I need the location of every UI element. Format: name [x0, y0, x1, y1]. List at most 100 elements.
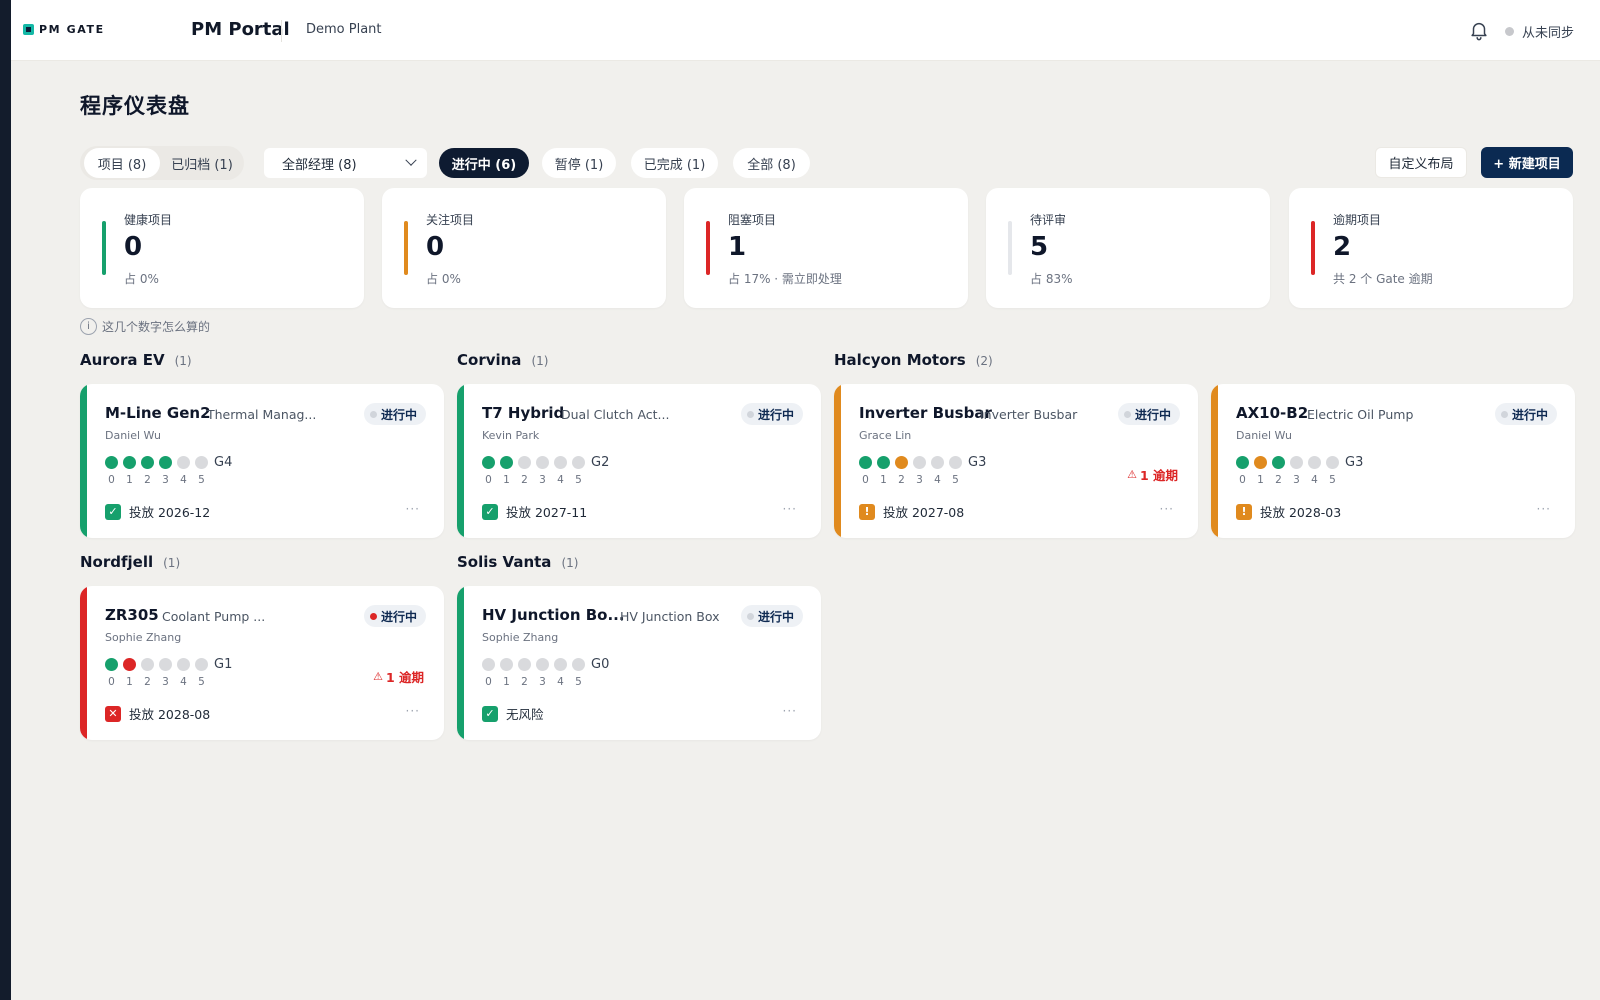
status-dot-icon — [369, 410, 377, 418]
check-icon: ✓ — [482, 705, 498, 722]
project-card[interactable]: T7 Hybrid Dual Clutch Act... 进行中 Kevin Park… — [457, 384, 821, 538]
more-icon[interactable]: ··· — [783, 704, 797, 718]
stat-label: 关注项目 — [426, 213, 475, 227]
stat-card-blocked[interactable]: 阻塞项目 1 占 17% · 需立即处理 — [684, 188, 968, 308]
bell-icon[interactable] — [1468, 18, 1490, 42]
gate-numbers: 012345 — [859, 474, 962, 486]
gate-number: 1 — [126, 676, 133, 688]
sync-status[interactable]: 从未同步 — [1504, 22, 1574, 41]
status-badge: 进行中 — [740, 403, 803, 425]
header-divider — [281, 20, 282, 42]
project-name: T7 Hybrid — [482, 404, 565, 422]
manager-select[interactable]: 全部经理 (8) — [264, 148, 427, 178]
tab-archived[interactable]: 已归档 (1) — [164, 148, 240, 178]
gate-dot-5 — [572, 658, 585, 671]
more-icon[interactable]: ··· — [406, 502, 420, 516]
footer-text: 投放 2027-08 — [883, 505, 965, 520]
custom-layout-button[interactable]: 自定义布局 — [1375, 147, 1467, 178]
gate-dot-5 — [949, 456, 962, 469]
project-name: ZR305 — [105, 606, 159, 624]
project-card[interactable]: AX10-B2 Electric Oil Pump 进行中 Daniel Wu 0 1 2 3… — [1211, 384, 1575, 538]
gate-number: 2 — [521, 474, 528, 486]
gate-number: 5 — [575, 474, 582, 486]
sync-status-label: 从未同步 — [1521, 26, 1574, 41]
group-name: Halcyon Motors — [834, 351, 966, 369]
filter-completed[interactable]: 已完成 (1) — [631, 148, 718, 178]
project-name: HV Junction Bo... — [482, 606, 625, 624]
page-title: 程序仪表盘 — [80, 94, 190, 118]
stat-color-bar — [404, 221, 408, 275]
gate-number: 4 — [180, 474, 187, 486]
status-label: 进行中 — [1511, 407, 1548, 422]
manager-select-value: 全部经理 (8) — [282, 157, 357, 173]
logo[interactable]: PM GATE — [23, 23, 105, 36]
stat-color-bar — [706, 221, 710, 275]
gate-number: 0 — [862, 474, 869, 486]
gate-number: 0 — [108, 676, 115, 688]
project-owner: Kevin Park — [482, 429, 540, 442]
filter-in-progress[interactable]: 进行中 (6) — [439, 148, 529, 178]
gate-number: 4 — [1311, 474, 1318, 486]
more-icon[interactable]: ··· — [1537, 502, 1551, 516]
gate-numbers: 012345 — [105, 474, 208, 486]
gate-number: 3 — [539, 676, 546, 688]
filter-paused[interactable]: 暂停 (1) — [542, 148, 616, 178]
more-icon[interactable]: ··· — [1160, 502, 1174, 516]
more-icon[interactable]: ··· — [783, 502, 797, 516]
gate-dot-1 — [877, 456, 890, 469]
gate-number: 2 — [144, 474, 151, 486]
stat-subtext: 占 0% — [426, 272, 461, 286]
gate-number: 2 — [898, 474, 905, 486]
project-card[interactable]: ZR305 Coolant Pump ... 进行中 Sophie Zhang 0 1 2 3… — [80, 586, 444, 740]
stat-card-overdue[interactable]: 逾期项目 2 共 2 个 Gate 逾期 — [1289, 188, 1573, 308]
stat-card-pending-review[interactable]: 待评审 5 占 83% — [986, 188, 1270, 308]
new-project-button[interactable]: + 新建项目 — [1481, 147, 1573, 178]
gate-progress — [482, 658, 585, 671]
gate-dot-1 — [500, 456, 513, 469]
plant-name[interactable]: Demo Plant — [306, 22, 382, 37]
stat-value: 5 — [1030, 232, 1049, 262]
more-icon[interactable]: ··· — [406, 704, 420, 718]
project-card[interactable]: HV Junction Bo... HV Junction Box 进行中 Sophi… — [457, 586, 821, 740]
stats-help-link[interactable]: i 这几个数字怎么算的 — [80, 318, 210, 335]
stat-card-watch[interactable]: 关注项目 0 占 0% — [382, 188, 666, 308]
logo-mark-icon — [23, 24, 34, 35]
gate-dot-0 — [105, 456, 118, 469]
overdue-label: 1 逾期 — [385, 670, 424, 685]
card-footer: ✕ 投放 2028-08 — [105, 704, 210, 723]
stats-help-text: 这几个数字怎么算的 — [102, 320, 211, 334]
close-icon: ✕ — [105, 705, 121, 722]
footer-text: 投放 2028-08 — [129, 707, 211, 722]
status-dot-icon — [369, 612, 377, 620]
app-title: PM Portal — [191, 19, 290, 40]
top-bar: PM GATE PM Portal Demo Plant 从未同步 — [11, 0, 1600, 61]
gate-number: 2 — [521, 676, 528, 688]
gate-progress — [105, 456, 208, 469]
current-gate: G1 — [214, 657, 233, 672]
current-gate: G4 — [214, 455, 233, 470]
gate-number: 5 — [198, 474, 205, 486]
status-label: 进行中 — [380, 609, 417, 624]
project-card[interactable]: Inverter Busbar Inverter Busbar 进行中 Grace L… — [834, 384, 1198, 538]
status-dot-icon — [746, 410, 754, 418]
stat-card-healthy[interactable]: 健康项目 0 占 0% — [80, 188, 364, 308]
status-label: 进行中 — [1134, 407, 1171, 422]
gate-number: 5 — [575, 676, 582, 688]
status-dot-icon — [1123, 410, 1131, 418]
gate-dot-1 — [123, 456, 136, 469]
card-accent-bar — [1211, 384, 1218, 538]
filter-all[interactable]: 全部 (8) — [733, 148, 810, 178]
card-accent-bar — [834, 384, 841, 538]
project-card[interactable]: M-Line Gen2 Thermal Manag... 进行中 Daniel Wu 0… — [80, 384, 444, 538]
project-subtitle: Thermal Manag... — [207, 407, 317, 422]
stat-label: 逾期项目 — [1333, 213, 1382, 227]
project-owner: Daniel Wu — [105, 429, 162, 442]
stat-subtext: 占 17% · 需立即处理 — [728, 272, 842, 286]
gate-number: 3 — [162, 474, 169, 486]
card-accent-bar — [80, 586, 87, 740]
tab-projects[interactable]: 项目 (8) — [84, 148, 160, 178]
gate-dot-4 — [554, 456, 567, 469]
status-dot-icon — [746, 612, 754, 620]
gate-dot-2 — [1272, 456, 1285, 469]
gate-number: 3 — [162, 676, 169, 688]
